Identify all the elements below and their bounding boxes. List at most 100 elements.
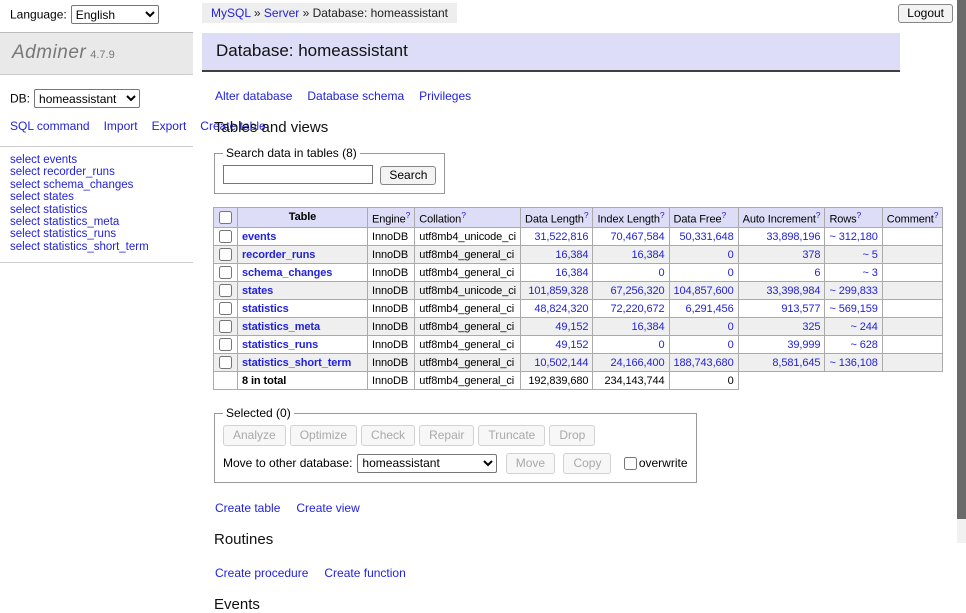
copy-button[interactable]: Copy bbox=[563, 453, 611, 474]
move-button[interactable]: Move bbox=[506, 453, 555, 474]
row-checkbox[interactable] bbox=[219, 320, 232, 333]
row-checkbox-cell bbox=[214, 246, 238, 264]
selected-legend: Selected (0) bbox=[223, 406, 294, 420]
row-checkbox[interactable] bbox=[219, 338, 232, 351]
help-icon[interactable]: ? bbox=[660, 210, 665, 220]
help-icon[interactable]: ? bbox=[857, 210, 862, 220]
cell-collation: utf8mb4_general_ci bbox=[415, 336, 521, 354]
sidebar-link-select-events[interactable]: select events bbox=[10, 154, 185, 166]
sidebar-link-select-schema-changes[interactable]: select schema_changes bbox=[10, 179, 185, 191]
cell-rows: ~ 5 bbox=[825, 246, 882, 264]
cell-index_length: 70,467,584 bbox=[593, 228, 669, 246]
row-checkbox[interactable] bbox=[219, 302, 232, 315]
sidebar-link-select-statistics[interactable]: select statistics bbox=[10, 204, 185, 216]
sidebar-link-select-statistics-runs[interactable]: select statistics_runs bbox=[10, 228, 185, 240]
main-content: MySQL » Server » Database: homeassistant… bbox=[202, 0, 957, 613]
sidebar-link-select-recorder-runs[interactable]: select recorder_runs bbox=[10, 166, 185, 178]
sidebar-link-select-statistics-short-term[interactable]: select statistics_short_term bbox=[10, 241, 185, 253]
search-button[interactable]: Search bbox=[380, 166, 436, 185]
create-links: Create table Create view bbox=[215, 501, 957, 515]
row-checkbox[interactable] bbox=[219, 356, 232, 369]
sidebar-action-export[interactable]: Export bbox=[152, 119, 187, 133]
optimize-button[interactable]: Optimize bbox=[290, 425, 357, 446]
breadcrumb-mysql[interactable]: MySQL bbox=[211, 6, 251, 20]
db-link-privileges[interactable]: Privileges bbox=[419, 89, 471, 103]
table-link-statistics-runs[interactable]: statistics_runs bbox=[242, 339, 318, 351]
select-all-checkbox[interactable] bbox=[219, 211, 232, 224]
help-icon[interactable]: ? bbox=[722, 210, 727, 220]
help-icon[interactable]: ? bbox=[816, 210, 821, 220]
move-db-select[interactable]: homeassistant bbox=[357, 454, 497, 473]
table-link-states[interactable]: states bbox=[242, 285, 273, 297]
help-icon[interactable]: ? bbox=[584, 210, 589, 220]
routine-link-create-function[interactable]: Create function bbox=[324, 566, 405, 580]
search-input[interactable] bbox=[223, 165, 373, 184]
create-link-create-table[interactable]: Create table bbox=[215, 501, 280, 515]
routines-heading: Routines bbox=[214, 531, 957, 548]
sidebar-action-import[interactable]: Import bbox=[104, 119, 138, 133]
sidebar-action-sql-command[interactable]: SQL command bbox=[10, 119, 90, 133]
help-icon[interactable]: ? bbox=[934, 210, 939, 220]
cell-collation: utf8mb4_general_ci bbox=[415, 318, 521, 336]
breadcrumb-server[interactable]: Server bbox=[264, 6, 299, 20]
overwrite-checkbox[interactable] bbox=[624, 457, 637, 470]
total-data_length: 192,839,680 bbox=[520, 372, 592, 390]
cell-comment bbox=[882, 318, 943, 336]
help-icon[interactable]: ? bbox=[461, 210, 466, 220]
logout-button[interactable]: Logout bbox=[898, 4, 953, 23]
drop-button[interactable]: Drop bbox=[549, 425, 595, 446]
row-checkbox-cell bbox=[214, 300, 238, 318]
sidebar-actions: SQL commandImportExportCreate table bbox=[0, 112, 193, 147]
table-name-cell: statistics_meta bbox=[238, 318, 368, 336]
language-select[interactable]: English bbox=[71, 5, 159, 24]
table-link-events[interactable]: events bbox=[242, 231, 276, 243]
cell-rows: ~ 628 bbox=[825, 336, 882, 354]
help-icon[interactable]: ? bbox=[406, 210, 411, 220]
cell-comment bbox=[882, 354, 943, 372]
scrollbar-thumb[interactable] bbox=[957, 0, 966, 519]
cell-rows: ~ 3 bbox=[825, 264, 882, 282]
sidebar: Language:English Adminer4.7.9 DB:homeass… bbox=[0, 0, 193, 263]
column-header-table: Table bbox=[238, 207, 368, 228]
row-checkbox-cell bbox=[214, 228, 238, 246]
tables-list: TableEngine?Collation?Data Length?Index … bbox=[213, 207, 943, 391]
cell-data_free: 0 bbox=[669, 318, 738, 336]
sidebar-link-select-statistics-meta[interactable]: select statistics_meta bbox=[10, 216, 185, 228]
cell-auto_increment: 378 bbox=[738, 246, 825, 264]
cell-engine: InnoDB bbox=[368, 354, 415, 372]
cell-index_length: 24,166,400 bbox=[593, 354, 669, 372]
total-name-cell: 8 in total bbox=[238, 372, 368, 390]
selected-fieldset: Selected (0) AnalyzeOptimizeCheckRepairT… bbox=[214, 406, 697, 483]
create-link-create-view[interactable]: Create view bbox=[296, 501, 359, 515]
row-checkbox[interactable] bbox=[219, 266, 232, 279]
overwrite-option[interactable]: overwrite bbox=[623, 456, 688, 470]
move-row: Move to other database:homeassistant Mov… bbox=[223, 453, 688, 474]
column-header-data-length: Data Length? bbox=[520, 207, 592, 228]
db-select-row: DB:homeassistant bbox=[0, 75, 193, 112]
repair-button[interactable]: Repair bbox=[419, 425, 474, 446]
cell-index_length: 16,384 bbox=[593, 318, 669, 336]
column-header-comment: Comment? bbox=[882, 207, 943, 228]
table-link-schema-changes[interactable]: schema_changes bbox=[242, 267, 332, 279]
app-version: 4.7.9 bbox=[90, 49, 114, 61]
db-link-alter-database[interactable]: Alter database bbox=[215, 89, 292, 103]
row-checkbox[interactable] bbox=[219, 248, 232, 261]
select-all-cell bbox=[214, 207, 238, 228]
table-link-statistics[interactable]: statistics bbox=[242, 303, 289, 315]
truncate-button[interactable]: Truncate bbox=[478, 425, 545, 446]
vertical-scrollbar[interactable] bbox=[957, 0, 966, 543]
row-checkbox[interactable] bbox=[219, 230, 232, 243]
db-select[interactable]: homeassistant bbox=[34, 89, 140, 108]
table-link-recorder-runs[interactable]: recorder_runs bbox=[242, 249, 315, 261]
database-links: Alter database Database schema Privileges bbox=[215, 89, 957, 103]
db-link-database-schema[interactable]: Database schema bbox=[307, 89, 404, 103]
row-checkbox[interactable] bbox=[219, 284, 232, 297]
check-button[interactable]: Check bbox=[361, 425, 415, 446]
analyze-button[interactable]: Analyze bbox=[223, 425, 286, 446]
table-link-statistics-short-term[interactable]: statistics_short_term bbox=[242, 357, 351, 369]
table-link-statistics-meta[interactable]: statistics_meta bbox=[242, 321, 320, 333]
sidebar-link-select-states[interactable]: select states bbox=[10, 191, 185, 203]
cell-engine: InnoDB bbox=[368, 264, 415, 282]
routine-link-create-procedure[interactable]: Create procedure bbox=[215, 566, 308, 580]
total-blank-cell bbox=[738, 372, 825, 390]
